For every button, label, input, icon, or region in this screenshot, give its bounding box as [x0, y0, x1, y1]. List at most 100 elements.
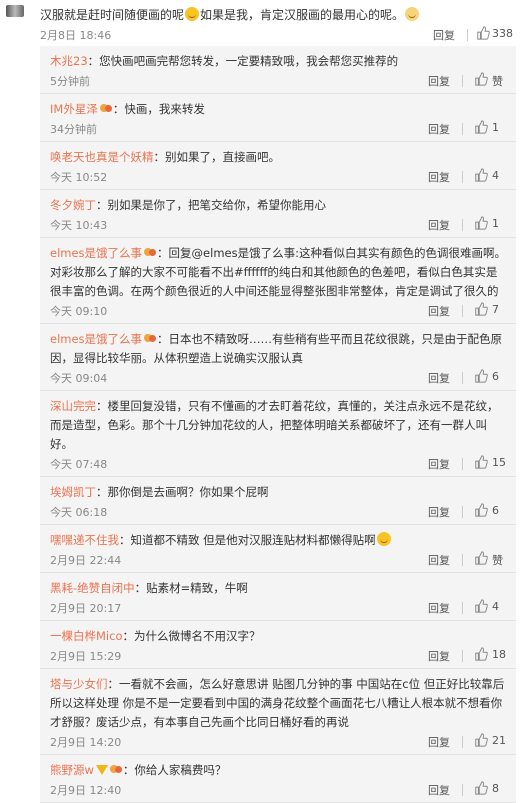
- crown-badge-icon: [95, 765, 108, 775]
- avatar[interactable]: [6, 5, 24, 17]
- reply-footer: 今天 09:04 回复 6: [50, 368, 508, 390]
- reply-button[interactable]: 回复: [428, 121, 450, 137]
- like-count[interactable]: 6: [492, 504, 499, 517]
- smile-emoji-icon: [185, 7, 200, 21]
- reply-time: 今天 09:10: [50, 305, 108, 318]
- user-name[interactable]: 塔与少女们: [50, 677, 108, 691]
- divider: [462, 372, 463, 384]
- thumbs-up-icon[interactable]: [474, 733, 488, 747]
- like-count[interactable]: 7: [492, 303, 499, 316]
- like-count[interactable]: 赞: [492, 73, 503, 89]
- reply-content: ：一看就不会画，怎么好意思讲 贴图几分钟的事 中国站在c位 但正好比较靠后所以这…: [50, 677, 505, 729]
- reply-list: 木兆23：您快画吧画完帮您转发，一定要精致哦，我会帮您买推荐的 5分钟前 回复赞 IM…: [40, 46, 516, 803]
- reply-button[interactable]: 回复: [428, 169, 450, 185]
- reply-text: elmes是饿了么事 ：日本也不精致呀……有些稍有些平而且花纹很跳，只是由于配色原…: [50, 330, 508, 368]
- reply-content: ：快画，我来转发: [112, 102, 205, 116]
- reply-text: 塔与少女们：一看就不会画，怎么好意思讲 贴图几分钟的事 中国站在c位 但正好比较…: [50, 675, 508, 732]
- reply-item: 唤老天也真是个妖精：别如果了，直接画吧。 今天 10:52 回复 4: [40, 142, 516, 190]
- thumbs-up-icon[interactable]: [476, 26, 490, 40]
- reply-time: 2月9日 12:40: [50, 784, 122, 797]
- reply-content: ：你给人家稿费吗？: [122, 763, 227, 777]
- user-name[interactable]: 木兆23: [50, 54, 88, 68]
- reply-footer: 今天 06:18 回复 6: [50, 502, 508, 524]
- divider: [462, 554, 463, 566]
- thumbs-up-icon[interactable]: [474, 72, 488, 86]
- thumbs-up-icon[interactable]: [474, 120, 488, 134]
- user-name[interactable]: 深山完完: [50, 399, 96, 413]
- top-comment-time: 2月8日 18:46: [40, 29, 112, 42]
- user-name[interactable]: 埃姆凯丁: [50, 485, 96, 499]
- thumbs-up-icon[interactable]: [474, 781, 488, 795]
- reply-button[interactable]: 回复: [428, 303, 450, 319]
- reply-button[interactable]: 回复: [428, 648, 450, 664]
- divider: [462, 602, 463, 614]
- thumbs-up-icon[interactable]: [474, 647, 488, 661]
- user-name[interactable]: 唤老天也真是个妖精: [50, 150, 154, 164]
- user-name[interactable]: IM外星泽: [50, 102, 98, 116]
- reply-time: 今天 09:04: [50, 372, 108, 385]
- reply-button[interactable]: 回复: [428, 600, 450, 616]
- reply-content: ：您快画吧画完帮您转发，一定要精致哦，我会帮您买推荐的: [87, 54, 399, 68]
- reply-item: elmes是饿了么事 ：回复@elmes是饿了么事:这种看似白其实有颜色的色调很难…: [40, 238, 516, 324]
- reply-button[interactable]: 回复: [428, 370, 450, 386]
- reply-content: ：别如果了，直接画吧。: [153, 150, 281, 164]
- reply-footer: 今天 09:10 回复 7: [50, 301, 508, 323]
- reply-content: ：为什么微博名不用汉字？: [122, 629, 261, 643]
- thumbs-up-icon[interactable]: [474, 216, 488, 230]
- top-comment: 汉服就是赶时间随便画的呢 如果是我，肯定汉服画的最用心的呢。 2月8日 18:46…: [0, 0, 528, 46]
- user-name[interactable]: 冬夕婉丁: [50, 198, 96, 212]
- thumbs-up-icon[interactable]: [474, 599, 488, 613]
- thumbs-up-icon[interactable]: [474, 302, 488, 316]
- thumbs-up-icon[interactable]: [474, 503, 488, 517]
- user-name[interactable]: 黑耗-绝赞自闭中: [50, 581, 135, 595]
- thumbs-up-icon[interactable]: [474, 369, 488, 383]
- user-name[interactable]: elmes是饿了么事: [50, 246, 142, 260]
- reply-button[interactable]: 回复: [428, 73, 450, 89]
- divider: [462, 784, 463, 796]
- reply-button[interactable]: 回复: [428, 734, 450, 750]
- reply-footer: 2月9日 15:29 回复 18: [50, 646, 508, 668]
- divider: [462, 123, 463, 135]
- reply-content: ：贴素材=精致，牛啊: [134, 581, 248, 595]
- user-name[interactable]: 熊野源w: [50, 763, 94, 777]
- thumbs-up-icon[interactable]: [474, 168, 488, 182]
- thumbs-up-icon[interactable]: [474, 551, 488, 565]
- reply-footer: 今天 10:43 回复 1: [50, 215, 508, 237]
- reply-footer: 2月9日 12:40 回复 8: [50, 780, 508, 802]
- like-count[interactable]: 21: [492, 734, 506, 747]
- reply-text: 深山完完：楼里回复没错，只有不懂画的才去盯着花纹，真懂的，关注点永远不是花纹，而…: [50, 397, 508, 454]
- reply-button[interactable]: 回复: [428, 782, 450, 798]
- reply-button[interactable]: 回复: [433, 27, 455, 43]
- reply-time: 2月9日 14:20: [50, 736, 122, 749]
- like-count[interactable]: 8: [492, 782, 499, 795]
- like-count[interactable]: 1: [492, 121, 499, 134]
- user-name[interactable]: 一棵白桦Mico: [50, 629, 122, 643]
- like-count[interactable]: 18: [492, 648, 506, 661]
- like-count[interactable]: 4: [492, 600, 499, 613]
- like-count[interactable]: 1: [492, 217, 499, 230]
- reply-time: 2月9日 22:44: [50, 554, 122, 567]
- reply-item: elmes是饿了么事 ：日本也不精致呀……有些稍有些平而且花纹很跳，只是由于配色原…: [40, 324, 516, 391]
- reply-text: 冬夕婉丁：别如果是你了，把笔交给你，希望你能用心: [50, 196, 508, 215]
- reply-item: 嘿嘿递不住我：知道都不精致 但是他对汉服连贴材料都懒得贴啊 2月9日 22:44 回…: [40, 525, 516, 573]
- user-name[interactable]: 嘿嘿递不住我: [50, 533, 119, 547]
- reply-button[interactable]: 回复: [428, 456, 450, 472]
- like-count[interactable]: 赞: [492, 552, 503, 568]
- reply-item: 木兆23：您快画吧画完帮您转发，一定要精致哦，我会帮您买推荐的 5分钟前 回复 赞: [40, 46, 516, 94]
- like-count[interactable]: 15: [492, 456, 506, 469]
- like-count[interactable]: 338: [492, 27, 513, 40]
- vip-badge-icon: [144, 333, 157, 344]
- reply-content: ：别如果是你了，把笔交给你，希望你能用心: [96, 198, 326, 212]
- reply-button[interactable]: 回复: [428, 552, 450, 568]
- like-count[interactable]: 4: [492, 169, 499, 182]
- like-count[interactable]: 6: [492, 370, 499, 383]
- user-name[interactable]: elmes是饿了么事: [50, 332, 142, 346]
- thumbs-up-icon[interactable]: [474, 455, 488, 469]
- reply-text: 嘿嘿递不住我：知道都不精致 但是他对汉服连贴材料都懒得贴啊: [50, 531, 508, 550]
- reply-time: 5分钟前: [50, 75, 90, 88]
- reply-time: 2月9日 15:29: [50, 650, 122, 663]
- reply-button[interactable]: 回复: [428, 504, 450, 520]
- reply-item: 熊野源w ：你给人家稿费吗？ 2月9日 12:40 回复 8: [40, 755, 516, 803]
- reply-button[interactable]: 回复: [428, 217, 450, 233]
- reply-item: 深山完完：楼里回复没错，只有不懂画的才去盯着花纹，真懂的，关注点永远不是花纹，而…: [40, 391, 516, 477]
